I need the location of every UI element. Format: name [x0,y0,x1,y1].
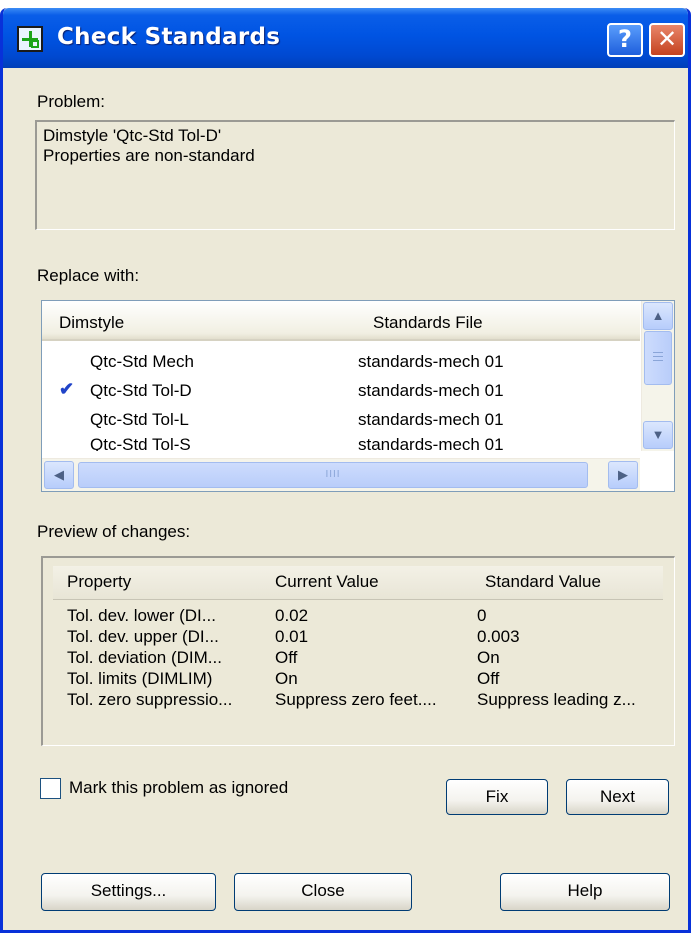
column-header-property: Property [67,572,132,591]
standards-file: standards-mech 01 [358,435,504,451]
standard-value-cell: 0 [477,606,487,625]
current-value-cell: On [275,669,298,688]
column-header-dimstyle[interactable]: Dimstyle [59,313,124,333]
current-value-cell: 0.02 [275,606,309,625]
scroll-up-icon[interactable]: ▲ [643,302,673,330]
column-header-standard-value: Standard Value [485,572,601,591]
property-cell: Tol. zero suppressio... [67,690,233,709]
dimstyle-name: Qtc-Std Mech [90,352,194,371]
vertical-scrollbar[interactable]: ▲ ▼ [641,301,674,451]
title-bar[interactable]: Check Standards ? ✕ [3,8,688,68]
list-item[interactable]: Qtc-Std Tol-S standards-mech 01 [42,433,640,451]
current-value-cell: 0.01 [275,627,309,646]
problem-line: Dimstyle 'Qtc-Std Tol-D' [43,126,222,145]
property-cell: Tol. dev. lower (DI... [67,606,216,625]
check-standards-dialog: Check Standards ? ✕ Problem: Dimstyle 'Q… [0,8,691,933]
problem-description: Dimstyle 'Qtc-Std Tol-D' Properties are … [35,120,675,230]
standards-file: standards-mech 01 [358,352,504,371]
preview-of-changes: Property Current Value Standard Value To… [41,556,675,746]
preview-label: Preview of changes: [37,522,191,541]
horizontal-scroll-thumb[interactable]: IIII [78,462,588,488]
property-cell: Tol. dev. upper (DI... [67,627,219,646]
replace-with-label: Replace with: [37,266,140,285]
ignore-problem-checkbox[interactable] [40,778,61,799]
list-header: Dimstyle Standards File [42,301,640,341]
dimstyle-name: Qtc-Std Tol-L [90,410,189,429]
property-cell: Tol. deviation (DIM... [67,648,222,667]
help-button[interactable]: Help [500,873,670,911]
dimstyle-name: Qtc-Std Tol-D [90,381,192,400]
standard-value-cell: Suppress leading z... [477,690,636,709]
replace-with-list[interactable]: Dimstyle Standards File Qtc-Std Mech sta… [41,300,675,492]
list-item[interactable]: Qtc-Std Mech standards-mech 01 [42,346,640,378]
next-button[interactable]: Next [566,779,669,815]
checkmark-icon: ✔ [59,379,75,399]
problem-line: Properties are non-standard [43,146,255,165]
vertical-scroll-thumb[interactable] [644,331,672,385]
close-button[interactable]: Close [234,873,412,911]
standard-value-cell: Off [477,669,500,688]
ignore-problem-label[interactable]: Mark this problem as ignored [69,778,288,798]
check-standards-icon [17,26,43,52]
help-title-button[interactable]: ? [607,23,643,57]
scroll-left-icon[interactable]: ◀ [44,461,74,489]
settings-button[interactable]: Settings... [41,873,216,911]
standards-file: standards-mech 01 [358,410,504,429]
horizontal-scrollbar[interactable]: ◀ IIII ▶ [42,458,640,491]
property-cell: Tol. limits (DIMLIM) [67,669,213,688]
scroll-down-icon[interactable]: ▼ [643,421,673,449]
window-title: Check Standards [57,24,281,50]
current-value-cell: Off [275,648,298,667]
close-title-button[interactable]: ✕ [649,23,685,57]
dimstyle-name: Qtc-Std Tol-S [90,435,191,451]
scroll-right-icon[interactable]: ▶ [608,461,638,489]
preview-header: Property Current Value Standard Value [53,566,663,600]
column-header-current-value: Current Value [275,572,379,591]
standard-value-cell: On [477,648,500,667]
problem-label: Problem: [37,92,106,111]
standards-file: standards-mech 01 [358,381,504,400]
current-value-cell: Suppress zero feet.... [275,690,437,709]
standard-value-cell: 0.003 [477,627,520,646]
column-header-standards-file[interactable]: Standards File [373,313,483,333]
list-item[interactable]: ✔ Qtc-Std Tol-D standards-mech 01 [42,375,640,407]
list-item[interactable]: Qtc-Std Tol-L standards-mech 01 [42,404,640,436]
fix-button[interactable]: Fix [446,779,548,815]
